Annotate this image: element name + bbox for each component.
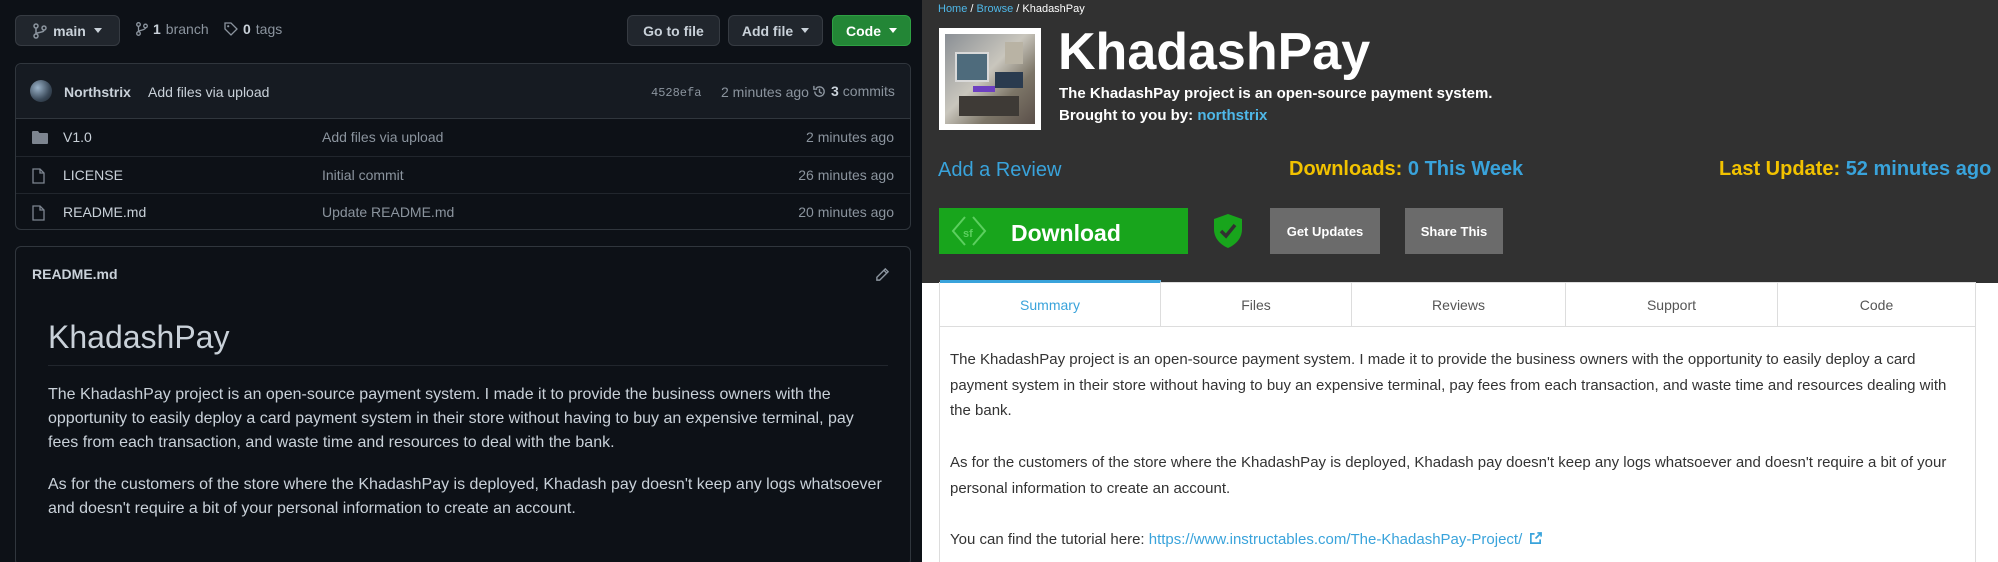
readme-heading-divider xyxy=(48,365,888,366)
file-row-v1[interactable]: V1.0 Add files via upload 2 minutes ago xyxy=(16,119,910,156)
project-logo xyxy=(939,28,1041,130)
readme-heading: KhadashPay xyxy=(48,319,230,355)
file-age: 20 minutes ago xyxy=(798,204,894,220)
file-row-readme[interactable]: README.md Update README.md 20 minutes ag… xyxy=(16,193,910,230)
file-commit-message[interactable]: Initial commit xyxy=(322,167,404,183)
tab-support[interactable]: Support xyxy=(1566,283,1778,326)
commit-count: 3 xyxy=(831,83,839,99)
breadcrumb-browse[interactable]: Browse xyxy=(977,3,1014,15)
project-header: Home / Browse / KhadashPay KhadashPay Th… xyxy=(922,0,1998,283)
file-icon xyxy=(32,205,45,221)
add-review-link[interactable]: Add a Review xyxy=(938,159,1061,182)
tutorial-link[interactable]: https://www.instructables.com/The-Khadas… xyxy=(1149,531,1523,548)
branches-link[interactable]: 1 branch xyxy=(136,21,209,37)
project-tagline: The KhadashPay project is an open-source… xyxy=(1059,85,1493,102)
file-row-license[interactable]: LICENSE Initial commit 26 minutes ago xyxy=(16,156,910,193)
external-link-icon[interactable] xyxy=(1529,532,1543,545)
downloads-value[interactable]: 0 This Week xyxy=(1408,158,1523,180)
branch-select-button[interactable]: main xyxy=(15,15,120,46)
tutorial-line: You can find the tutorial here: https://… xyxy=(950,527,1965,553)
chevron-down-icon xyxy=(93,28,102,33)
commit-age: 2 minutes ago xyxy=(721,84,809,100)
breadcrumb: Home / Browse / KhadashPay xyxy=(938,3,1085,15)
summary-content: The KhadashPay project is an open-source… xyxy=(939,327,1976,562)
tags-link[interactable]: 0 tags xyxy=(224,21,282,37)
summary-paragraph: As for the customers of the store where … xyxy=(950,454,1947,497)
author-label: Brought to you by: xyxy=(1059,107,1194,124)
git-branch-icon xyxy=(136,22,148,36)
pencil-icon[interactable] xyxy=(875,267,890,282)
file-icon xyxy=(32,168,45,184)
last-update-value: 52 minutes ago xyxy=(1845,158,1992,180)
project-title: KhadashPay xyxy=(1058,23,1371,81)
commit-author[interactable]: Northstrix xyxy=(64,84,131,100)
code-button[interactable]: Code xyxy=(832,15,911,46)
tab-reviews[interactable]: Reviews xyxy=(1352,283,1566,326)
breadcrumb-current: KhadashPay xyxy=(1022,3,1085,15)
chevron-down-icon xyxy=(801,28,810,33)
readme-paragraph: The KhadashPay project is an open-source… xyxy=(48,386,854,451)
file-name[interactable]: README.md xyxy=(63,204,146,220)
branch-count: 1 xyxy=(153,21,161,37)
tab-summary[interactable]: Summary xyxy=(940,280,1161,326)
github-panel: main 1 branch 0 tags Go to file Add file… xyxy=(0,0,922,562)
file-list: Northstrix Add files via upload 4528efa … xyxy=(15,63,911,230)
history-icon xyxy=(813,85,825,97)
summary-paragraph: The KhadashPay project is an open-source… xyxy=(950,351,1947,419)
add-file-label: Add file xyxy=(741,22,794,39)
file-name[interactable]: LICENSE xyxy=(63,167,123,183)
download-label: Download xyxy=(1011,220,1121,246)
branch-label: branch xyxy=(165,21,209,37)
tutorial-prefix: You can find the tutorial here: xyxy=(950,531,1149,548)
tag-icon xyxy=(224,22,238,36)
project-author: Brought to you by: northstrix xyxy=(1059,107,1267,124)
sourceforge-logo-icon: sf xyxy=(951,216,987,246)
code-label: Code xyxy=(846,22,881,39)
commit-message[interactable]: Add files via upload xyxy=(148,84,269,100)
downloads-label: Downloads: xyxy=(1289,158,1403,180)
commits-link[interactable]: 3 commits xyxy=(812,83,895,99)
file-name[interactable]: V1.0 xyxy=(63,129,92,145)
tag-count: 0 xyxy=(243,21,251,37)
readme-box: README.md KhadashPay The KhadashPay proj… xyxy=(15,246,911,562)
author-link[interactable]: northstrix xyxy=(1197,107,1267,124)
commit-hash[interactable]: 4528efa xyxy=(651,86,701,100)
file-commit-message[interactable]: Update README.md xyxy=(322,204,454,220)
commit-label: commits xyxy=(842,83,895,99)
shield-check-icon[interactable] xyxy=(1212,213,1244,249)
branch-name: main xyxy=(53,22,86,39)
latest-commit-bar: Northstrix Add files via upload 4528efa … xyxy=(16,64,910,119)
share-this-button[interactable]: Share This xyxy=(1405,208,1503,254)
file-age: 2 minutes ago xyxy=(806,129,894,145)
folder-icon xyxy=(32,131,48,144)
chevron-down-icon xyxy=(889,28,897,33)
get-updates-button[interactable]: Get Updates xyxy=(1270,208,1380,254)
go-to-file-button[interactable]: Go to file xyxy=(627,15,720,46)
project-tabs: Summary Files Reviews Support Code xyxy=(939,280,1976,327)
avatar[interactable] xyxy=(30,80,52,102)
file-age: 26 minutes ago xyxy=(798,167,894,183)
last-update-stat: Last Update: 52 minutes ago xyxy=(1719,158,1991,181)
git-branch-icon xyxy=(33,22,47,39)
download-button[interactable]: sf Download xyxy=(939,208,1188,254)
tab-files[interactable]: Files xyxy=(1161,283,1352,326)
add-file-button[interactable]: Add file xyxy=(728,15,823,46)
tab-code[interactable]: Code xyxy=(1778,283,1975,326)
last-update-label: Last Update: xyxy=(1719,158,1841,180)
breadcrumb-home[interactable]: Home xyxy=(938,3,967,15)
svg-text:sf: sf xyxy=(963,228,973,240)
file-commit-message[interactable]: Add files via upload xyxy=(322,129,443,145)
readme-paragraph: As for the customers of the store where … xyxy=(48,476,882,517)
readme-filename: README.md xyxy=(32,266,118,282)
tag-label: tags xyxy=(255,21,283,37)
downloads-stat: Downloads: 0 This Week xyxy=(1289,158,1523,181)
sourceforge-panel: Home / Browse / KhadashPay KhadashPay Th… xyxy=(922,0,1998,562)
